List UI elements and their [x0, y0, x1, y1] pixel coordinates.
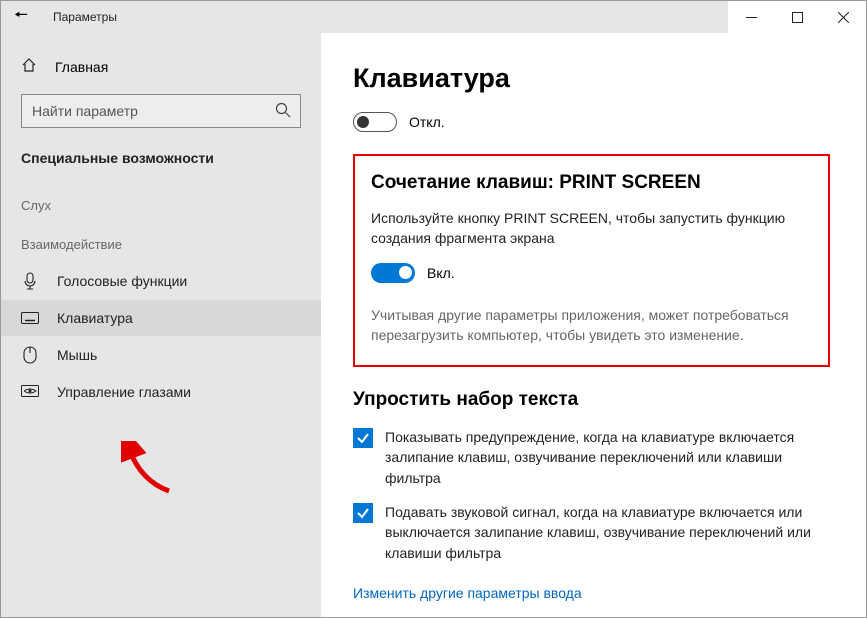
section-note: Учитывая другие параметры приложения, мо…: [371, 305, 810, 346]
sidebar-item-mouse[interactable]: Мышь: [1, 336, 321, 374]
titlebar: 🠔 Параметры: [1, 1, 866, 33]
close-button[interactable]: [820, 1, 866, 33]
top-toggle-label: Откл.: [409, 114, 445, 130]
checkbox-warning[interactable]: [353, 428, 373, 448]
section-description: Используйте кнопку PRINT SCREEN, чтобы з…: [371, 208, 810, 249]
checkbox-label: Показывать предупреждение, когда на клав…: [385, 427, 830, 488]
section-print-screen: Сочетание клавиш: PRINT SCREEN Используй…: [353, 154, 830, 367]
section-heading: Упростить набор текста: [353, 389, 830, 411]
microphone-icon: [21, 272, 39, 290]
category-title: Специальные возможности: [1, 146, 321, 184]
window-title: Параметры: [53, 10, 117, 24]
sidebar-item-eye-control[interactable]: Управление глазами: [1, 374, 321, 410]
sidebar: Главная Специальные возможности Слух Вза…: [1, 33, 321, 617]
sidebar-item-voice[interactable]: Голосовые функции: [1, 262, 321, 300]
sidebar-item-keyboard[interactable]: Клавиатура: [1, 300, 321, 336]
search-icon: [275, 102, 291, 123]
group-hearing: Слух: [1, 184, 321, 223]
search-input[interactable]: [21, 94, 301, 128]
keyboard-icon: [21, 312, 39, 324]
page-title: Клавиатура: [353, 63, 830, 94]
other-input-settings-link[interactable]: Изменить другие параметры ввода: [353, 585, 582, 601]
minimize-button[interactable]: [728, 1, 774, 33]
sidebar-item-label: Мышь: [57, 347, 97, 363]
sidebar-item-label: Голосовые функции: [57, 273, 187, 289]
printscreen-toggle-label: Вкл.: [427, 265, 455, 281]
section-heading: Сочетание клавиш: PRINT SCREEN: [371, 172, 810, 194]
home-link[interactable]: Главная: [1, 51, 321, 82]
printscreen-toggle[interactable]: [371, 263, 415, 283]
main-content: Клавиатура Откл. Сочетание клавиш: PRINT…: [321, 33, 866, 617]
eye-control-icon: [21, 385, 39, 399]
sidebar-item-label: Управление глазами: [57, 384, 191, 400]
maximize-button[interactable]: [774, 1, 820, 33]
annotation-arrow: [121, 441, 181, 501]
back-button[interactable]: 🠔: [7, 4, 35, 31]
mouse-icon: [21, 346, 39, 364]
home-icon: [21, 57, 37, 76]
home-label: Главная: [55, 59, 108, 75]
group-interaction: Взаимодействие: [1, 223, 321, 262]
sidebar-item-label: Клавиатура: [57, 310, 133, 326]
top-toggle[interactable]: [353, 112, 397, 132]
checkbox-sound[interactable]: [353, 503, 373, 523]
checkbox-label: Подавать звуковой сигнал, когда на клави…: [385, 502, 830, 563]
